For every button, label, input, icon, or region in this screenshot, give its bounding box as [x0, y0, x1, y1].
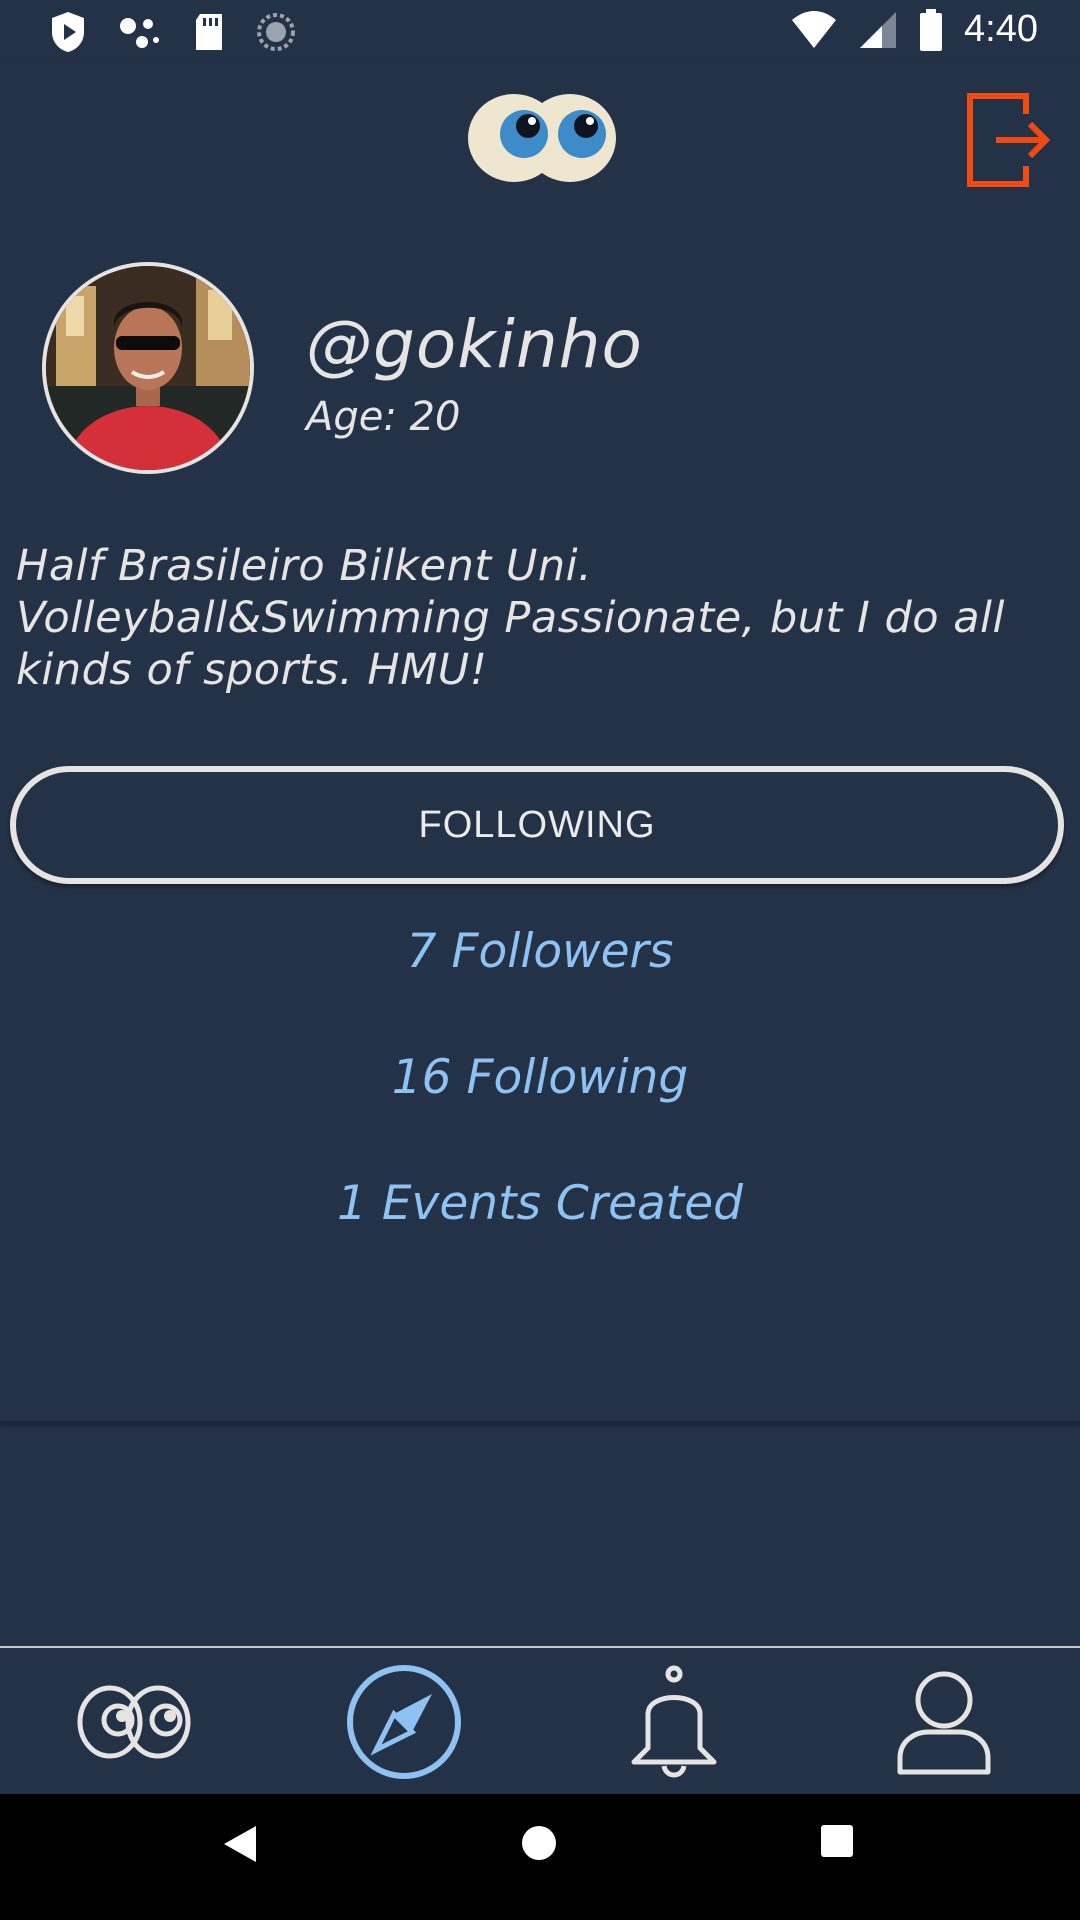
signal-icon	[860, 11, 897, 48]
home-icon[interactable]	[520, 1824, 558, 1862]
battery-icon	[920, 8, 943, 51]
age-label: Age: 20	[306, 394, 461, 440]
bio-text: Half Brasileiro Bilkent Uni. Volleyball&…	[16, 541, 1005, 695]
avatar-photo	[46, 266, 250, 470]
app-header	[0, 64, 1080, 214]
profile-content: @gokinho Age: 20 Half Brasileiro Bilkent…	[0, 214, 1080, 1422]
logout-icon[interactable]	[966, 92, 1050, 188]
followers-link[interactable]: 7 Followers	[0, 924, 1080, 979]
system-nav-bar	[0, 1794, 1080, 1920]
wifi-icon	[792, 10, 837, 48]
avatar	[42, 262, 254, 474]
back-icon[interactable]	[222, 1824, 258, 1864]
bell-icon	[631, 1665, 717, 1778]
following-button[interactable]: FOLLOWING	[10, 766, 1064, 884]
username: @gokinho	[306, 306, 643, 383]
sd-card-icon	[196, 14, 222, 50]
bottom-nav	[0, 1646, 1080, 1796]
compass-icon	[347, 1665, 461, 1779]
nav-item-profile[interactable]	[884, 1662, 1004, 1782]
eyes-icon	[77, 1685, 191, 1759]
play-protect-icon	[52, 12, 84, 52]
googly-eyes-logo	[468, 94, 616, 182]
status-bar: 4:40	[0, 0, 1080, 64]
recents-icon[interactable]	[820, 1824, 854, 1858]
status-time: 4:40	[964, 8, 1038, 50]
sync-icon	[257, 13, 295, 51]
status-left-icons	[48, 10, 296, 54]
events-created-link[interactable]: 1 Events Created	[0, 1176, 1080, 1231]
status-right-icons: 4:40	[790, 8, 1038, 51]
nav-item-explore[interactable]	[344, 1662, 464, 1782]
following-link[interactable]: 16 Following	[0, 1050, 1080, 1105]
assistant-dots-icon	[120, 18, 159, 48]
content-divider	[0, 1421, 1080, 1424]
nav-item-eyes[interactable]	[74, 1662, 194, 1782]
profile-icon	[897, 1671, 991, 1775]
nav-item-notifications[interactable]	[614, 1662, 734, 1782]
